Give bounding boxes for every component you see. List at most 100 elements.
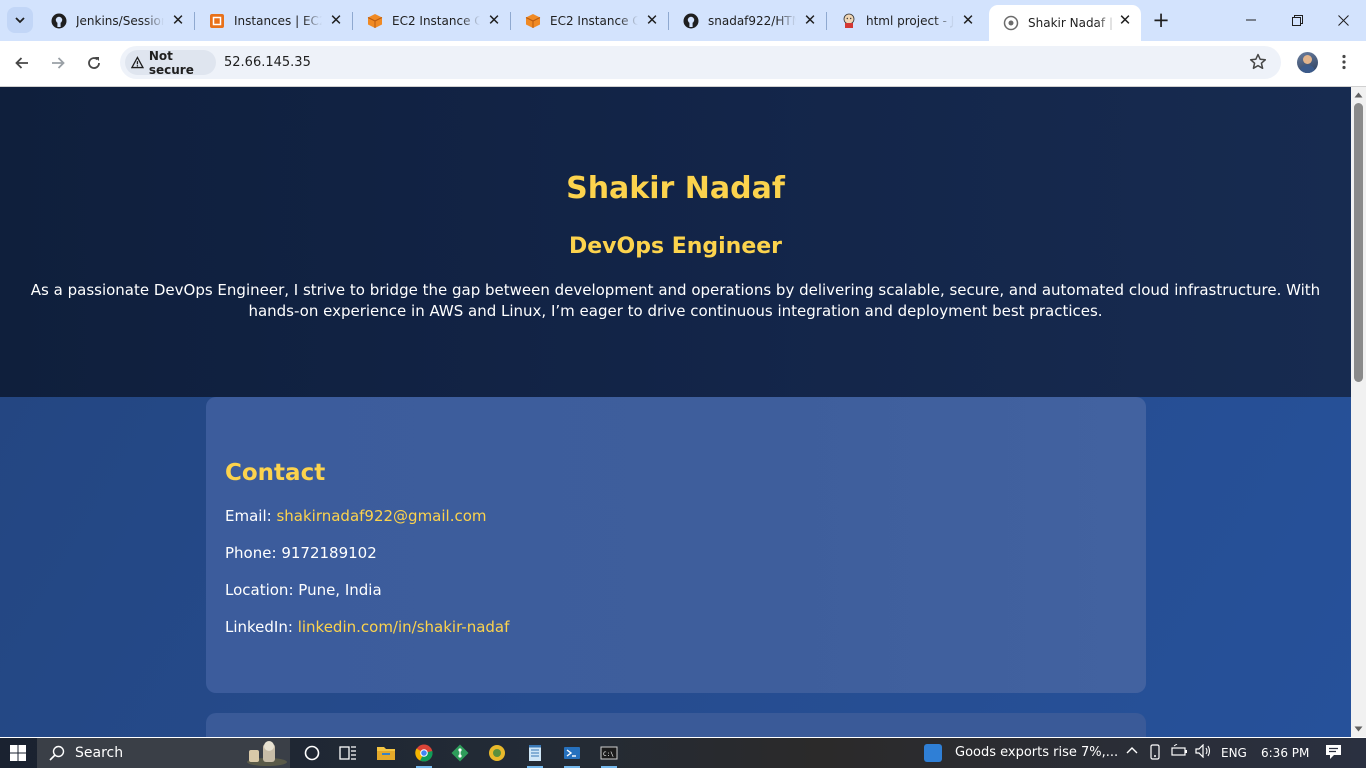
profile-avatar[interactable] <box>1297 52 1318 73</box>
taskbar-search-box[interactable]: Search <box>37 738 290 768</box>
tab-search-button[interactable] <box>7 7 33 33</box>
menu-button[interactable] <box>1334 52 1354 72</box>
globe-icon <box>1003 15 1019 31</box>
restore-icon <box>1291 14 1303 26</box>
git-diamond-icon <box>451 744 469 762</box>
back-button[interactable] <box>8 49 36 77</box>
scroll-down-arrow-icon[interactable] <box>1354 725 1363 733</box>
close-icon[interactable]: ✕ <box>486 12 502 28</box>
cmd-taskbar-button[interactable]: C:\ <box>597 741 621 768</box>
tab-instances-ec2[interactable]: Instances | EC2 | ✕ <box>195 0 353 41</box>
file-explorer-button[interactable] <box>374 741 398 765</box>
close-icon[interactable]: ✕ <box>328 12 344 28</box>
tab-github-snadaf922[interactable]: snadaf922/HTM ✕ <box>669 0 827 41</box>
tab-strip: Jenkins/Session- ✕ Instances | EC2 | ✕ E… <box>0 0 1366 41</box>
hero-section: Shakir Nadaf DevOps Engineer As a passio… <box>0 87 1351 397</box>
news-widget-icon[interactable] <box>924 744 942 762</box>
phone-label: Phone: <box>225 544 277 562</box>
bookmark-star-button[interactable] <box>1248 52 1268 72</box>
forward-button[interactable] <box>44 49 72 77</box>
svg-text:C:\: C:\ <box>603 751 614 758</box>
tab-title: snadaf922/HTM <box>708 13 796 28</box>
security-label: Not secure <box>148 48 194 77</box>
github-icon <box>51 13 67 29</box>
device-icon[interactable] <box>1148 744 1162 760</box>
linkedin-link[interactable]: linkedin.com/in/shakir-nadaf <box>298 618 510 636</box>
tab-ec2-instance-connect-1[interactable]: EC2 Instance Co ✕ <box>353 0 511 41</box>
job-title: DevOps Engineer <box>568 234 783 259</box>
tab-title: Instances | EC2 | <box>234 13 322 28</box>
search-highlight-art-icon <box>247 741 287 766</box>
close-window-button[interactable] <box>1320 0 1366 40</box>
scrollbar-thumb[interactable] <box>1354 103 1363 382</box>
email-link[interactable]: shakirnadaf922@gmail.com <box>276 507 486 525</box>
arrow-right-icon <box>52 57 65 69</box>
tab-shakir-nadaf[interactable]: Shakir Nadaf | D ✕ <box>989 5 1141 41</box>
restore-button[interactable] <box>1274 0 1320 40</box>
powershell-taskbar-button[interactable] <box>560 741 584 768</box>
tab-ec2-instance-connect-2[interactable]: EC2 Instance Co ✕ <box>511 0 669 41</box>
tab-title: EC2 Instance Co <box>392 13 480 28</box>
contact-email-row: Email: shakirnadaf922@gmail.com <box>225 507 487 525</box>
tab-html-project-jenkins[interactable]: html project - Je ✕ <box>827 0 984 41</box>
tab-title: Jenkins/Session- <box>76 13 164 28</box>
news-widget-text[interactable]: Goods exports rise 7%,... <box>955 745 1118 760</box>
page-scrollbar[interactable] <box>1351 87 1366 737</box>
notepad-icon <box>529 745 541 761</box>
aws-box-icon <box>525 13 541 29</box>
task-view-icon <box>339 746 356 760</box>
yellow-app-icon <box>489 745 505 761</box>
email-label: Email: <box>225 507 272 525</box>
app-taskbar-button[interactable] <box>485 741 509 765</box>
chevron-up-icon[interactable] <box>1125 744 1139 758</box>
security-chip[interactable]: Not secure <box>125 48 216 77</box>
tab-title: html project - Je <box>866 13 954 28</box>
battery-icon[interactable] <box>1171 744 1189 758</box>
linkedin-label: LinkedIn: <box>225 618 293 636</box>
cortana-button[interactable] <box>300 741 324 765</box>
notification-icon[interactable] <box>1325 744 1342 760</box>
warning-icon <box>131 56 144 69</box>
aws-ec2-icon <box>209 13 225 29</box>
tab-jenkins-session[interactable]: Jenkins/Session- ✕ <box>37 0 195 41</box>
language-indicator[interactable]: ENG <box>1221 746 1247 760</box>
location-label: Location: <box>225 581 294 599</box>
taskbar-search-label: Search <box>75 745 124 761</box>
powershell-icon <box>564 747 580 759</box>
contact-heading: Contact <box>225 460 326 486</box>
close-icon[interactable]: ✕ <box>802 12 818 28</box>
scroll-up-arrow-icon[interactable] <box>1354 91 1363 99</box>
git-taskbar-button[interactable] <box>448 741 472 765</box>
next-section-card <box>206 713 1146 737</box>
clock[interactable]: 6:36 PM <box>1261 746 1309 760</box>
cortana-circle-icon <box>304 745 320 761</box>
contact-location-row: Location: Pune, India <box>225 581 382 599</box>
task-view-button[interactable] <box>336 741 360 765</box>
tab-title: EC2 Instance Co <box>550 13 638 28</box>
speaker-icon[interactable] <box>1195 744 1213 758</box>
browser-toolbar: Not secure 52.66.145.35 <box>0 41 1366 87</box>
windows-start-icon[interactable] <box>10 745 26 761</box>
intro-paragraph: As a passionate DevOps Engineer, I striv… <box>30 281 1321 320</box>
reload-button[interactable] <box>80 49 108 77</box>
minimize-button[interactable] <box>1228 0 1274 40</box>
address-bar[interactable]: Not secure 52.66.145.35 <box>120 46 1281 79</box>
close-icon[interactable]: ✕ <box>170 12 186 28</box>
new-tab-button[interactable]: + <box>1151 10 1171 31</box>
aws-box-icon <box>367 13 383 29</box>
star-icon <box>1249 53 1267 70</box>
close-icon[interactable]: ✕ <box>1117 12 1133 28</box>
page-title: Shakir Nadaf <box>566 171 785 206</box>
chrome-taskbar-button[interactable] <box>412 741 436 768</box>
close-icon <box>1337 14 1349 26</box>
contact-card: Contact Email: shakirnadaf922@gmail.com … <box>206 397 1146 693</box>
windows-taskbar: Search C:\ Goods exports rise 7%,... ENG… <box>0 738 1366 768</box>
search-icon <box>49 745 65 761</box>
chrome-icon <box>415 744 433 762</box>
more-vert-icon <box>1342 54 1346 70</box>
github-icon <box>683 13 699 29</box>
reload-icon <box>88 57 100 69</box>
notepad-taskbar-button[interactable] <box>523 741 547 768</box>
close-icon[interactable]: ✕ <box>960 12 976 28</box>
close-icon[interactable]: ✕ <box>644 12 660 28</box>
